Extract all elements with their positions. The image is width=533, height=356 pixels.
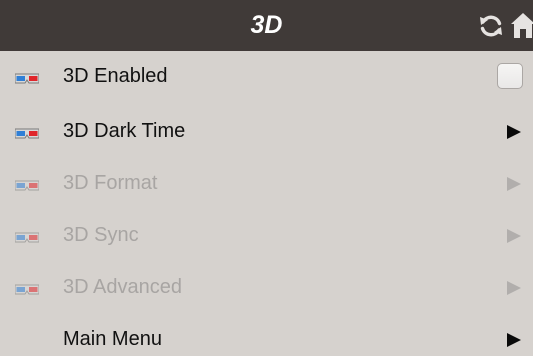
3d-glasses-icon bbox=[15, 232, 39, 243]
menu-item-label: 3D Advanced bbox=[63, 276, 182, 298]
refresh-icon[interactable] bbox=[478, 13, 504, 39]
3d-glasses-icon bbox=[15, 128, 39, 139]
menu-item-3d-dark-time[interactable]: 3D Dark Time bbox=[0, 106, 533, 157]
menu-item-label: 3D Format bbox=[63, 172, 158, 194]
submenu-arrow-icon bbox=[507, 333, 521, 347]
menu-item-3d-sync: 3D Sync bbox=[0, 210, 533, 261]
3d-enabled-checkbox[interactable] bbox=[497, 63, 523, 89]
menu-item-label: Main Menu bbox=[63, 328, 162, 350]
menu-item-label: 3D Sync bbox=[63, 224, 139, 246]
menu-panel: 3D 3D Enabled 3D Dark Time 3D Format 3D … bbox=[0, 0, 533, 356]
menu-item-3d-enabled[interactable]: 3D Enabled bbox=[0, 51, 533, 102]
page-title: 3D bbox=[250, 11, 283, 39]
3d-glasses-icon bbox=[15, 73, 39, 84]
menu-item-3d-advanced: 3D Advanced bbox=[0, 262, 533, 313]
title-bar: 3D bbox=[0, 0, 533, 51]
menu-item-label: 3D Dark Time bbox=[63, 120, 186, 142]
3d-glasses-icon bbox=[15, 180, 39, 191]
menu-item-3d-format: 3D Format bbox=[0, 158, 533, 209]
submenu-arrow-icon bbox=[507, 177, 521, 191]
menu-item-main-menu[interactable]: Main Menu bbox=[0, 314, 533, 356]
submenu-arrow-icon bbox=[507, 125, 521, 139]
menu-item-label: 3D Enabled bbox=[63, 65, 168, 87]
home-icon[interactable] bbox=[511, 11, 533, 39]
submenu-arrow-icon bbox=[507, 229, 521, 243]
submenu-arrow-icon bbox=[507, 281, 521, 295]
3d-glasses-icon bbox=[15, 284, 39, 295]
